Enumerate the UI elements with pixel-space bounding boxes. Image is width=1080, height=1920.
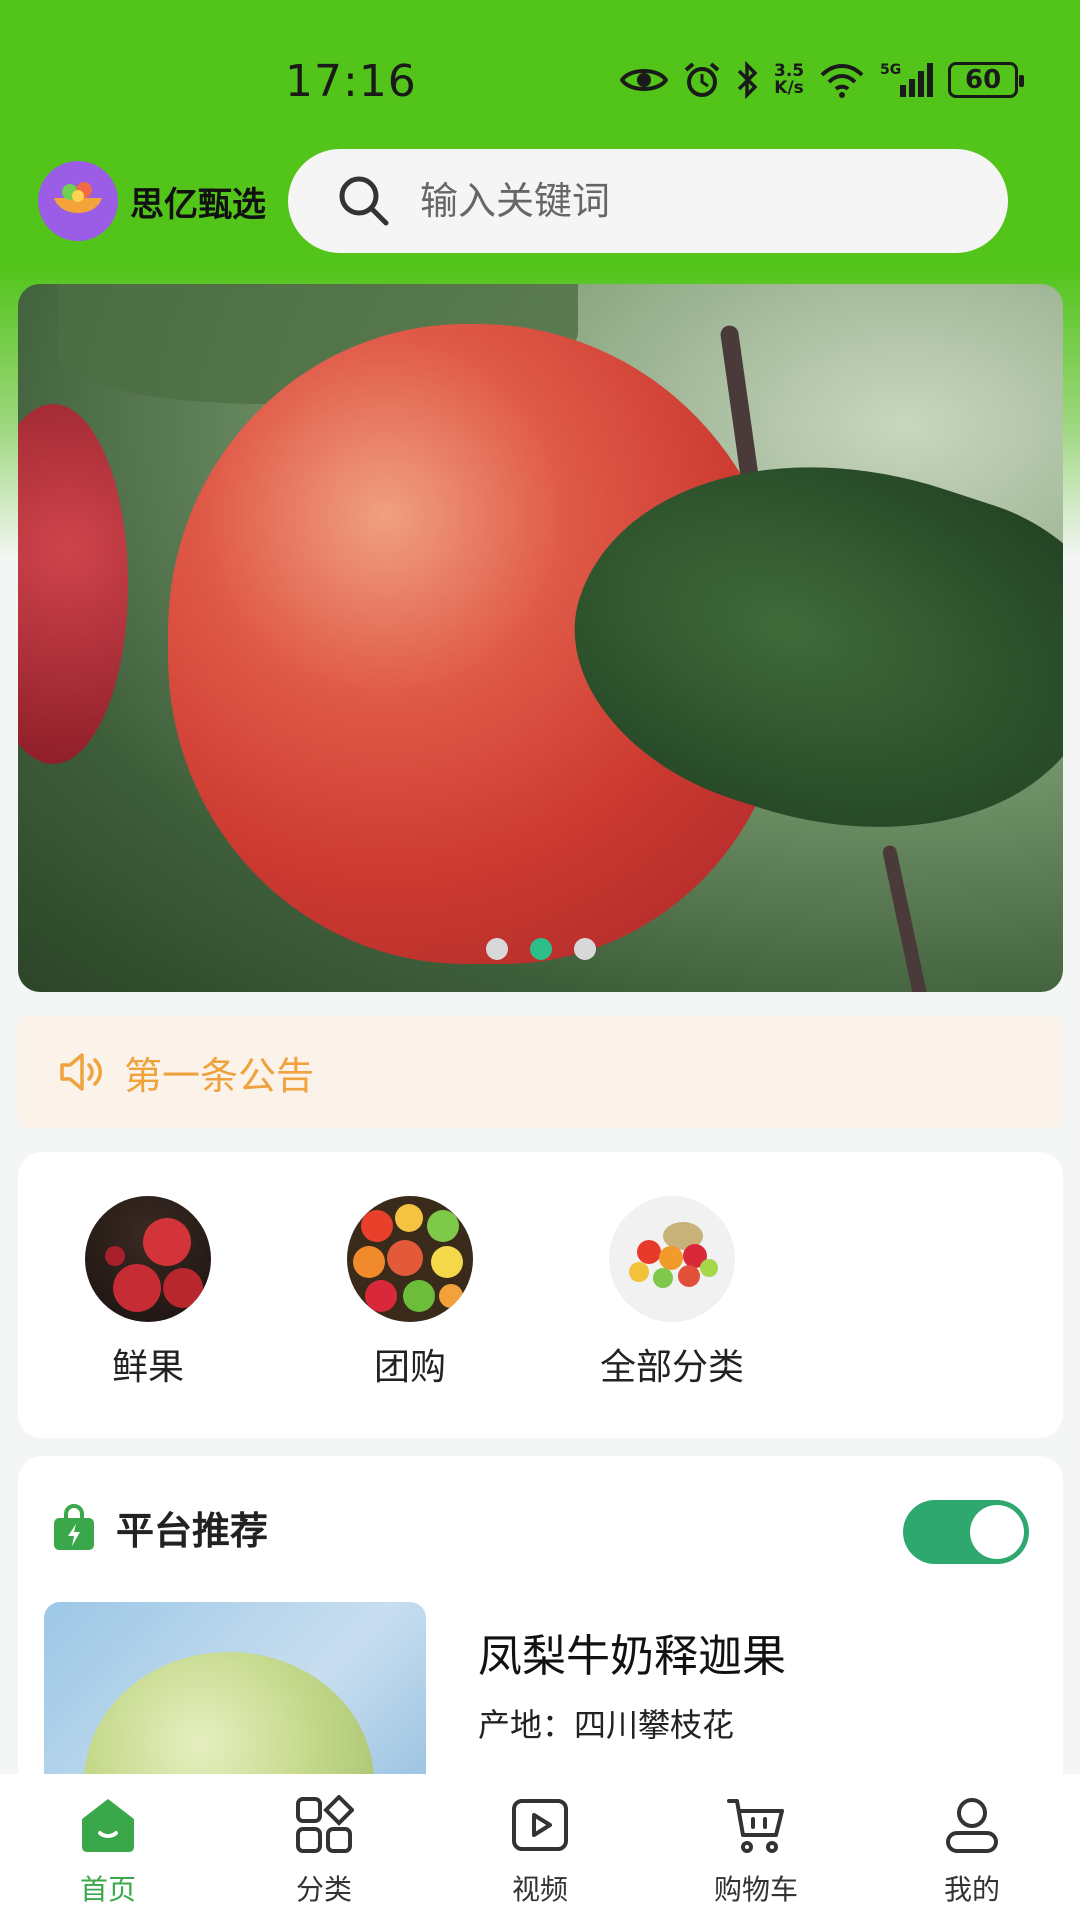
category-icon <box>294 1792 354 1858</box>
category-image-fresh-fruit <box>85 1196 211 1322</box>
banner-branch-lower <box>881 844 929 992</box>
bottom-tab-bar: 首页 分类 视频 购物车 我的 <box>0 1774 1080 1920</box>
tab-category[interactable]: 分类 <box>234 1792 414 1908</box>
product-name[interactable]: 凤梨牛奶释迦果 <box>478 1620 786 1684</box>
brand-name: 思亿甄选 <box>130 184 266 225</box>
carousel-dot[interactable] <box>573 938 596 960</box>
category-label: 全部分类 <box>599 1347 744 1388</box>
category-image-group-buy <box>347 1196 473 1322</box>
tab-label: 首页 <box>79 1873 136 1906</box>
tab-label: 购物车 <box>713 1873 798 1906</box>
banner-carousel[interactable] <box>18 284 1063 992</box>
banner-apple-partial <box>18 404 128 764</box>
status-time: 17:16 <box>285 56 417 107</box>
search-icon <box>339 176 389 226</box>
category-image-all <box>609 1196 735 1322</box>
bluetooth-icon <box>736 61 760 99</box>
carousel-dot[interactable] <box>485 938 508 960</box>
recommend-header: 平台推荐 <box>52 1500 268 1555</box>
profile-icon <box>942 1792 1002 1858</box>
tab-video[interactable]: 视频 <box>450 1792 630 1908</box>
notice-bar[interactable]: 第一条公告 <box>18 1016 1063 1128</box>
toggle-knob <box>970 1505 1024 1559</box>
net-speed-unit: K/s <box>774 78 804 98</box>
brand[interactable]: 思亿甄选 <box>38 161 266 241</box>
carousel-indicator <box>18 938 1063 960</box>
app-header: 思亿甄选 <box>0 145 1080 265</box>
category-label: 鲜果 <box>111 1347 184 1388</box>
speaker-icon <box>60 1053 102 1091</box>
brand-logo <box>38 161 118 241</box>
product-origin: 产地：四川攀枝花 <box>478 1706 735 1744</box>
carousel-dot-active[interactable] <box>529 938 552 960</box>
status-bar: 17:16 3.5 K/s 5G 60 <box>0 0 1080 150</box>
category-label: 团购 <box>373 1347 446 1388</box>
tab-profile[interactable]: 我的 <box>882 1792 1062 1908</box>
tab-cart[interactable]: 购物车 <box>666 1792 846 1908</box>
tab-label: 我的 <box>943 1873 1000 1906</box>
category-item-group-buy[interactable]: 团购 <box>310 1196 510 1390</box>
wifi-icon <box>818 61 866 99</box>
category-card: 鲜果 团购 全部分类 <box>18 1152 1063 1438</box>
home-icon <box>78 1792 138 1858</box>
status-icons: 3.5 K/s 5G 60 <box>620 58 1040 102</box>
eye-icon <box>620 64 668 96</box>
tab-home[interactable]: 首页 <box>18 1792 198 1908</box>
net-speed: 3.5 K/s <box>774 63 804 97</box>
network-type: 5G <box>880 62 901 78</box>
battery-indicator: 60 <box>948 62 1025 98</box>
category-item-all[interactable]: 全部分类 <box>572 1196 772 1390</box>
tab-label: 视频 <box>511 1873 568 1906</box>
recommend-toggle[interactable] <box>903 1500 1029 1564</box>
search-input[interactable] <box>420 179 980 223</box>
tab-label: 分类 <box>295 1873 352 1906</box>
alarm-icon <box>682 60 722 100</box>
recommend-title: 平台推荐 <box>116 1509 269 1553</box>
signal-icon: 5G <box>880 61 934 99</box>
search-bar[interactable] <box>288 149 1008 253</box>
shopping-bag-icon <box>54 1503 94 1550</box>
notice-text: 第一条公告 <box>124 1053 315 1098</box>
battery-level: 60 <box>965 65 1002 95</box>
cart-icon <box>726 1792 786 1858</box>
category-item-fresh-fruit[interactable]: 鲜果 <box>48 1196 248 1390</box>
video-icon <box>510 1792 570 1858</box>
